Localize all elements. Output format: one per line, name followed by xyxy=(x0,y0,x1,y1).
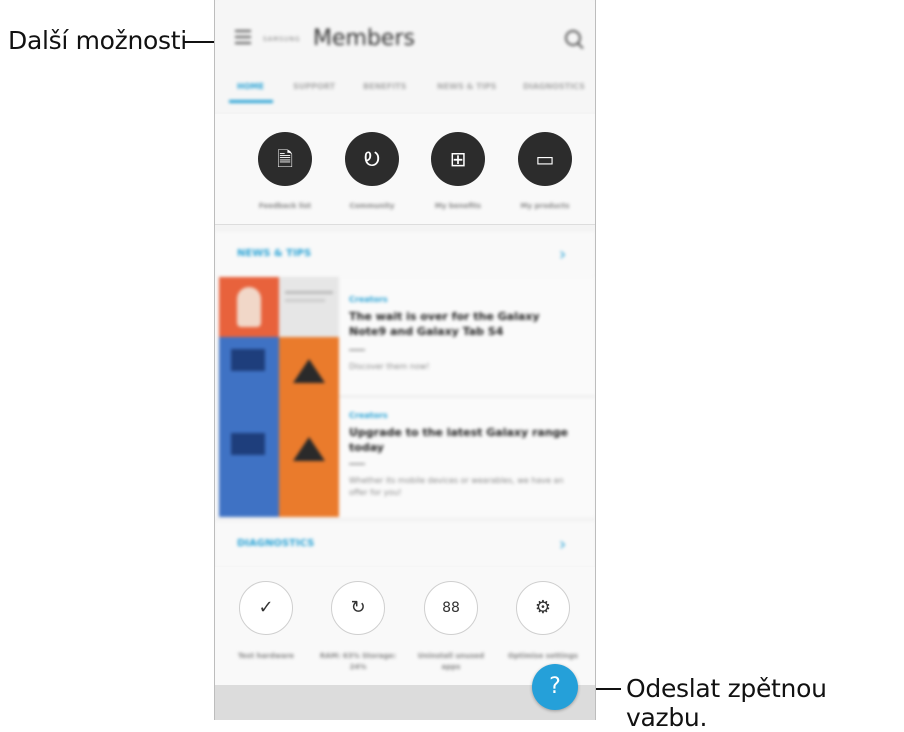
diag-unused-apps[interactable]: 88 Uninstall unused apps xyxy=(408,581,494,673)
shortcut-label: Feedback list xyxy=(258,202,312,210)
gift-icon: ⊞ xyxy=(431,132,485,186)
tab-diagnostics[interactable]: DIAGNOSTICS xyxy=(523,82,585,91)
diag-label: Uninstall unused apps xyxy=(417,652,485,671)
chevron-right-icon[interactable]: › xyxy=(559,244,566,265)
diagnostics-title: DIAGNOSTICS xyxy=(237,538,315,549)
news-article[interactable]: Creators Upgrade to the latest Galaxy ra… xyxy=(215,397,595,517)
article-description: Discover them now! xyxy=(349,362,430,371)
diag-memory[interactable]: ↻ RAM: 63% Storage: 24% xyxy=(315,581,401,673)
diag-label: RAM: 63% Storage: 24% xyxy=(319,652,397,671)
tab-news-tips[interactable]: NEWS & TIPS xyxy=(437,82,496,91)
check-icon: ✓ xyxy=(239,581,293,635)
diag-test-hardware[interactable]: ✓ Test hardware xyxy=(223,581,309,662)
callout-send-feedback: Odeslat zpětnou vazbu. xyxy=(626,674,827,732)
diag-label: Test hardware xyxy=(237,652,295,660)
article-title: Upgrade to the latest Galaxy range today xyxy=(349,426,569,454)
apps-icon: 88 xyxy=(424,581,478,635)
callout-more-options: Další možnosti xyxy=(8,26,187,55)
shortcut-community[interactable]: Ꭷ Community xyxy=(332,132,412,210)
tab-benefits[interactable]: BENEFITS xyxy=(363,82,406,91)
app-title: Members xyxy=(313,26,415,51)
refresh-icon: ↻ xyxy=(331,581,385,635)
community-icon: Ꭷ xyxy=(345,132,399,186)
document-icon: 🗎 xyxy=(258,132,312,186)
search-icon[interactable] xyxy=(565,30,581,46)
gear-icon: ⚙ xyxy=(516,581,570,635)
shortcut-feedback-list[interactable]: 🗎 Feedback list xyxy=(245,132,325,210)
article-divider xyxy=(349,349,365,351)
shortcut-label: Community xyxy=(349,202,395,210)
article-category: Creators xyxy=(349,295,388,304)
tab-home[interactable]: HOME xyxy=(237,82,264,91)
shortcut-label: My products xyxy=(520,202,570,210)
devices-icon: ▭ xyxy=(518,132,572,186)
brand-label: SAMSUNG xyxy=(263,36,301,43)
shortcut-row: 🗎 Feedback list Ꭷ Community ⊞ My benefit… xyxy=(215,114,595,225)
news-tips-title: NEWS & TIPS xyxy=(237,248,312,259)
article-title: The wait is over for the Galaxy Note9 an… xyxy=(349,310,540,338)
diag-label: Optimise settings xyxy=(508,652,578,660)
article-thumbnail xyxy=(219,277,339,397)
news-article[interactable]: Creators The wait is over for the Galaxy… xyxy=(215,277,595,397)
article-category: Creators xyxy=(349,411,388,420)
news-list: Creators The wait is over for the Galaxy… xyxy=(215,277,595,517)
tab-support[interactable]: SUPPORT xyxy=(293,82,335,91)
tab-indicator xyxy=(229,100,273,103)
article-description: Whether its mobile devices or wearables,… xyxy=(349,476,564,497)
shortcut-label: My benefits xyxy=(434,202,482,210)
diagnostics-row: ✓ Test hardware ↻ RAM: 63% Storage: 24% … xyxy=(215,567,595,685)
article-divider xyxy=(349,463,365,465)
chevron-right-icon[interactable]: › xyxy=(559,534,566,555)
send-feedback-button[interactable]: ? xyxy=(532,664,578,710)
shortcut-my-benefits[interactable]: ⊞ My benefits xyxy=(418,132,498,210)
diag-optimise[interactable]: ⚙ Optimise settings xyxy=(500,581,586,662)
news-tips-header[interactable]: NEWS & TIPS › xyxy=(215,232,595,278)
phone-screen: SAMSUNG Members HOME SUPPORT BENEFITS NE… xyxy=(214,0,596,720)
article-thumbnail xyxy=(219,397,339,517)
shortcut-my-products[interactable]: ▭ My products xyxy=(505,132,585,210)
app-bar: SAMSUNG Members HOME SUPPORT BENEFITS NE… xyxy=(215,0,595,112)
diagnostics-header[interactable]: DIAGNOSTICS › xyxy=(215,522,595,569)
menu-icon[interactable] xyxy=(235,30,251,44)
